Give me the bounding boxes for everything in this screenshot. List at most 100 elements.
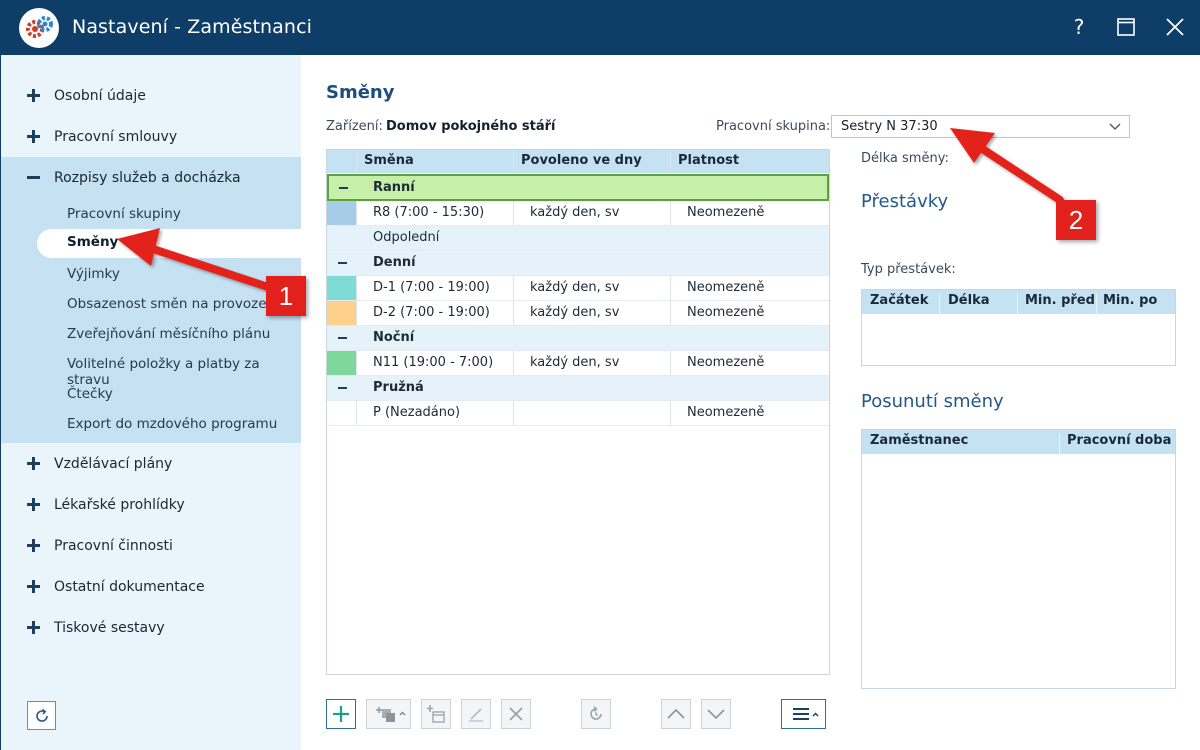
move-up-button[interactable] [661,699,691,729]
expand-plus-icon [27,130,40,143]
sidebar-subitem-export[interactable]: Export do mzdového programu [67,416,277,432]
column-header-validity[interactable]: Platnost [678,153,739,168]
shift-color-swatch [327,201,356,225]
breaks-heading: Přestávky [861,191,949,212]
column-header-min-before[interactable]: Min. před [1025,293,1095,308]
shift-validity: Neomezeně [687,405,765,420]
edit-button[interactable] [461,699,491,729]
group-name: Odpolední [373,230,440,245]
collapse-minus-icon[interactable] [338,262,347,264]
copy-icon [375,707,405,722]
sidebar-item-tiskove-sestavy[interactable]: Tiskové sestavy [1,608,301,649]
sidebar-subitem-obsazenost[interactable]: Obsazenost směn na provozech [67,296,283,312]
facility-value: Domov pokojného stáří [386,119,556,134]
maximize-button[interactable] [1111,12,1141,42]
sidebar-subitem-volitelne-polozky[interactable]: Volitelné položky a platby za stravu [67,356,301,388]
column-header-duration[interactable]: Délka [948,293,989,308]
collapse-minus-icon[interactable] [338,387,347,389]
table-row[interactable]: R8 (7:00 - 15:30) každý den, sv Neomezen… [327,201,829,226]
column-header-working-time[interactable]: Pracovní doba [1067,433,1171,448]
collapse-minus-icon[interactable] [339,187,348,189]
sidebar-subitem-label: Směny [67,234,119,250]
close-button[interactable] [1160,12,1190,42]
table-row[interactable]: P (Nezadáno) Neomezeně [327,401,829,426]
sidebar-item-pracovni-smlouvy[interactable]: Pracovní smlouvy [1,117,301,158]
shift-validity: Neomezeně [687,205,765,220]
sidebar-subitem-pracovni-skupiny[interactable]: Pracovní skupiny [67,206,181,222]
group-name: Denní [373,255,416,270]
sidebar-item-ostatni-dokumentace[interactable]: Ostatní dokumentace [1,567,301,608]
shift-name: P (Nezadáno) [373,405,461,420]
pencil-icon [469,708,483,722]
shift-name: N11 (19:00 - 7:00) [373,355,494,370]
shift-color-swatch [327,276,356,300]
column-header-shift[interactable]: Směna [364,153,414,168]
table-row[interactable]: D-2 (7:00 - 19:00) každý den, sv Neomeze… [327,301,829,326]
table-row-group[interactable]: Noční [327,326,829,351]
shift-name: R8 (7:00 - 15:30) [373,205,485,220]
add-dated-button[interactable] [421,699,451,729]
chevron-up-icon [667,708,685,719]
restore-button[interactable] [581,699,611,729]
delete-x-icon [509,707,523,721]
sidebar-item-vzdelavaci-plany[interactable]: Vzdělávací plány [1,444,301,485]
calendar-plus-icon [427,705,445,723]
collapse-minus-icon[interactable] [338,337,347,339]
sidebar-item-label: Osobní údaje [54,88,146,104]
plus-icon [333,706,349,722]
table-row-group[interactable]: Denní [327,251,829,276]
annotation-badge-1: 1 [266,276,306,316]
table-row-group[interactable]: Ranní [327,174,829,201]
group-name: Ranní [373,180,415,195]
column-divider [1096,293,1097,317]
work-group-selected-value: Sestry N 37:30 [841,119,938,134]
column-divider [1017,293,1018,317]
refresh-button[interactable] [27,701,56,730]
expand-plus-icon [27,539,40,552]
sidebar-subitem-ctecky[interactable]: Čtečky [67,386,113,402]
title-bar: Nastavení - Zaměstnanci ? [0,0,1200,55]
page-title: Směny [326,82,395,103]
app-gears-icon [19,8,59,48]
breaks-table: Začátek Délka Min. před Min. po [861,289,1176,366]
shift-offset-table-header: Zaměstnanec Pracovní doba [862,430,1175,457]
column-header-employee[interactable]: Zaměstnanec [870,433,968,448]
table-row-group[interactable]: Odpolední [327,226,829,251]
window-title: Nastavení - Zaměstnanci [72,16,312,38]
sidebar-item-osobni-udaje[interactable]: Osobní údaje [1,76,301,117]
move-down-button[interactable] [701,699,731,729]
chevron-down-icon [707,709,725,720]
expand-plus-icon [27,457,40,470]
facility-label: Zařízení: [326,119,383,134]
close-icon [1166,18,1184,36]
history-icon [590,706,602,720]
shift-offset-heading: Posunutí směny [861,391,1004,412]
sidebar-item-label: Pracovní smlouvy [54,129,178,145]
expand-plus-icon [27,621,40,634]
column-header-start[interactable]: Začátek [870,293,928,308]
column-divider [1059,433,1060,457]
add-button[interactable] [326,699,356,729]
sidebar-item-pracovni-cinnosti[interactable]: Pracovní činnosti [1,526,301,567]
menu-button[interactable] [781,699,826,729]
table-row-group[interactable]: Pružná [327,376,829,401]
copy-shift-button[interactable] [366,699,411,729]
delete-button[interactable] [501,699,531,729]
collapse-minus-icon [27,171,40,184]
shift-days: každý den, sv [530,280,620,295]
help-button[interactable]: ? [1064,12,1094,42]
table-row[interactable]: D-1 (7:00 - 19:00) každý den, sv Neomeze… [327,276,829,301]
sidebar-item-rozpisy-sluzeb[interactable]: Rozpisy služeb a docházka [1,158,301,199]
sidebar-subitem-smeny[interactable]: Směny [37,229,302,258]
column-header-min-after[interactable]: Min. po [1103,293,1157,308]
column-header-allowed-days[interactable]: Povoleno ve dny [521,153,642,168]
shifts-grid: Směna Povoleno ve dny Platnost Ranní R8 … [326,149,830,675]
sidebar-item-lekarske-prohlidky[interactable]: Lékařské prohlídky [1,485,301,526]
sidebar-subitem-zverejnovani[interactable]: Zveřejňování měsíčního plánu [67,326,270,342]
sidebar-item-label: Lékařské prohlídky [54,497,185,513]
table-row[interactable]: N11 (19:00 - 7:00) každý den, sv Neomeze… [327,351,829,376]
hamburger-menu-icon [792,708,818,720]
work-group-select[interactable]: Sestry N 37:30 [831,115,1130,138]
sidebar-subitem-vyjimky[interactable]: Výjimky [67,266,120,282]
shift-validity: Neomezeně [687,355,765,370]
